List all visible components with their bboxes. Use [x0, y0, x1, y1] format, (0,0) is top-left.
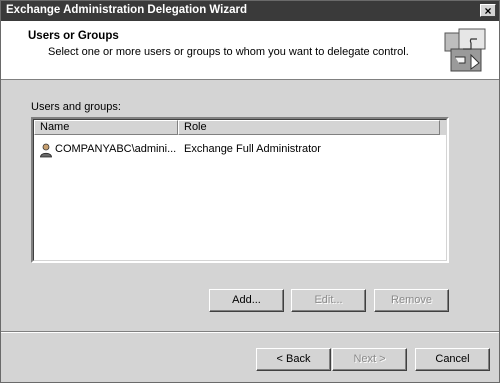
row-name: COMPANYABC\admini...	[55, 143, 177, 155]
column-name-header[interactable]: Name	[34, 120, 178, 135]
page-subtitle: Select one or more users or groups to wh…	[48, 46, 409, 58]
page-title: Users or Groups	[28, 30, 119, 42]
wizard-window: Exchange Administration Delegation Wizar…	[0, 0, 500, 383]
wizard-puzzle-icon	[444, 28, 486, 72]
window-title: Exchange Administration Delegation Wizar…	[6, 4, 248, 16]
back-button[interactable]: < Back	[256, 348, 331, 371]
list-item[interactable]: COMPANYABC\admini... Exchange Full Admin…	[38, 142, 438, 158]
column-role-header[interactable]: Role	[178, 120, 440, 135]
footer-separator	[1, 331, 499, 333]
title-bar[interactable]: Exchange Administration Delegation Wizar…	[1, 1, 499, 21]
add-button[interactable]: Add...	[209, 289, 284, 312]
users-and-groups-label: Users and groups:	[31, 101, 121, 113]
wizard-header: Users or Groups Select one or more users…	[1, 21, 499, 80]
close-button[interactable]: ×	[480, 4, 496, 17]
row-role: Exchange Full Administrator	[184, 143, 321, 155]
list-header: Name Role	[34, 120, 446, 135]
next-button[interactable]: Next >	[332, 348, 407, 371]
users-groups-list[interactable]: Name Role COMPANYABC\admini... Exchange …	[31, 117, 449, 263]
edit-button[interactable]: Edit...	[291, 289, 366, 312]
close-icon: ×	[484, 4, 492, 18]
remove-button[interactable]: Remove	[374, 289, 449, 312]
user-icon	[40, 143, 52, 158]
cancel-button[interactable]: Cancel	[415, 348, 490, 371]
